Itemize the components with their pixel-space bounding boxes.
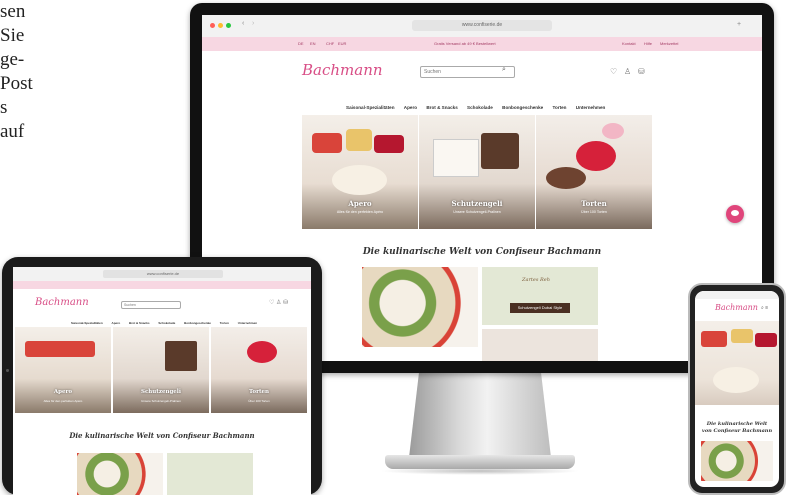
monitor-base (385, 455, 575, 469)
nav-item[interactable]: Brot & Snacks (129, 321, 150, 325)
tablet-tile-apero[interactable]: Apero Alles für den perfekten Apéro (15, 327, 111, 413)
section-headline: Die kulinarische Welt von Confiseur Bach… (362, 247, 602, 257)
chat-bubble-icon[interactable] (726, 205, 744, 223)
wishlist-heart-icon[interactable]: ♡ (610, 67, 617, 76)
cropped-body-text: sen Sie ge- Post s auf (0, 0, 70, 144)
tablet-tile-torten[interactable]: Torten Über 100 Torten (211, 327, 307, 413)
text-line: Post (0, 73, 33, 94)
tablet-screen: www.confiserie.de Bachmann Suchen ♡ ♙ ⛁ … (13, 267, 311, 495)
tile-title: Torten (248, 389, 270, 395)
text-line: sen (0, 1, 26, 22)
lang-en[interactable]: EN (310, 37, 316, 51)
text-line: Sie (0, 25, 25, 46)
text-line: s (0, 97, 8, 118)
tile-subtitle: Über 100 Torten (248, 399, 270, 403)
maximize-window-icon[interactable] (226, 23, 231, 28)
nav-item[interactable]: Unternehmen (238, 321, 257, 325)
tablet-heart-icon[interactable]: ♡ ♙ ⛁ (269, 299, 288, 306)
cart-icon[interactable]: ⛁ (638, 67, 645, 76)
tablet-search-input[interactable]: Suchen (121, 301, 181, 309)
search-icon[interactable]: ⌕ (502, 66, 506, 74)
phone-menu-icon[interactable]: ⌕ ≡ (761, 305, 768, 311)
nav-item[interactable]: Brot & Snacks (426, 105, 457, 110)
tablet-salad-image[interactable] (77, 453, 163, 495)
nav-item[interactable]: Bonbongeschenke (184, 321, 211, 325)
nav-item[interactable]: Bonbongeschenke (502, 105, 543, 110)
product-tag: Schutzengeli Dubai Style (510, 303, 570, 313)
tile-title: Apero (348, 199, 372, 208)
nav-item[interactable]: Apero (112, 321, 121, 325)
promo-bar: DE EN CHF EUR Gratis Versand ab 49 € Bes… (202, 37, 762, 51)
nav-item[interactable]: Unternehmen (576, 105, 606, 110)
smartphone-device: Bachmann ⌕ ≡ Die kulinarische Welt von C… (688, 283, 786, 495)
text-line: ge- (0, 49, 25, 70)
tablet-section-headline: Die kulinarische Welt von Confiseur Bach… (69, 431, 255, 440)
nav-item[interactable]: Schokolade (158, 321, 175, 325)
tablet-navigation: Saisonal-Spezialitäten Apero Brot & Snac… (67, 321, 261, 325)
tile-subtitle: Über 100 Torten (581, 210, 607, 214)
help-link[interactable]: Hilfe (644, 37, 652, 51)
brand-logo[interactable]: Bachmann (302, 61, 383, 79)
tablet-product-card[interactable] (167, 453, 253, 495)
tile-title: Apero (53, 389, 73, 395)
tablet-browser-toolbar: www.confiserie.de (13, 267, 311, 281)
address-bar[interactable]: www.confiserie.de (412, 20, 552, 31)
browser-toolbar: ‹ › www.confiserie.de + (202, 15, 762, 38)
currency-eur[interactable]: EUR (338, 37, 346, 51)
phone-section-headline: Die kulinarische Welt von Confiseur Bach… (701, 421, 773, 434)
main-navigation: Saisonal-Spezialitäten Apero Brot & Snac… (342, 105, 609, 110)
phone-hero-image[interactable] (695, 321, 779, 405)
tile-title: Schutzengeli (140, 389, 181, 395)
schutzengeli-product-card[interactable]: Zartes Reh Schutzengeli Dubai Style (482, 267, 598, 325)
product-image[interactable] (482, 329, 598, 361)
lang-de[interactable]: DE (298, 37, 304, 51)
account-icon[interactable]: ♙ (624, 67, 631, 76)
text-line: auf (0, 121, 25, 142)
category-tile-torten[interactable]: Torten Über 100 Torten (536, 115, 652, 229)
close-window-icon[interactable] (210, 23, 215, 28)
tile-subtitle: Alles für den perfekten Apéro (43, 399, 83, 403)
nav-item[interactable]: Torten (553, 105, 567, 110)
tile-title: Schutzengeli (451, 199, 503, 208)
forward-arrow-icon[interactable]: › (252, 20, 254, 27)
phone-screen: Bachmann ⌕ ≡ Die kulinarische Welt von C… (695, 291, 779, 487)
nav-item[interactable]: Torten (220, 321, 229, 325)
contact-link[interactable]: Kontakt (622, 37, 636, 51)
promo-message: Gratis Versand ab 49 € Bestellwert (434, 41, 496, 46)
search-input[interactable]: Suchen (420, 66, 515, 78)
phone-salad-image[interactable] (701, 441, 773, 481)
tile-subtitle: Unsere Schutzengeli-Pralinen (141, 399, 181, 403)
nav-item[interactable]: Apero (404, 105, 417, 110)
minimize-window-icon[interactable] (218, 23, 223, 28)
currency-chf[interactable]: CHF (326, 37, 334, 51)
tablet-tile-schutzengeli[interactable]: Schutzengeli Unsere Schutzengeli-Praline… (113, 327, 209, 413)
salad-bowl-image[interactable] (362, 267, 478, 347)
tablet-camera (6, 369, 9, 372)
nav-item[interactable]: Saisonal-Spezialitäten (71, 321, 103, 325)
new-tab-icon[interactable]: + (737, 21, 741, 28)
nav-item[interactable]: Schokolade (467, 105, 493, 110)
tablet-address-bar[interactable]: www.confiserie.de (103, 270, 223, 278)
back-arrow-icon[interactable]: ‹ (242, 20, 244, 27)
wishlist-link[interactable]: Merkzettel (660, 37, 678, 51)
nav-item[interactable]: Saisonal-Spezialitäten (346, 105, 395, 110)
tile-title: Torten (581, 199, 607, 208)
tile-subtitle: Alles für den perfekten Apéro (336, 210, 384, 214)
category-tile-schutzengeli[interactable]: Schutzengeli Unsere Schutzengeli-Praline… (419, 115, 535, 229)
card-label: Zartes Reh (522, 277, 550, 283)
tablet-brand-logo[interactable]: Bachmann (35, 297, 89, 308)
tablet-device: www.confiserie.de Bachmann Suchen ♡ ♙ ⛁ … (2, 257, 322, 495)
tile-subtitle: Unsere Schutzengeli-Pralinen (453, 210, 501, 214)
phone-status-bar (695, 291, 779, 299)
tablet-promo-bar (13, 281, 311, 289)
category-tile-apero[interactable]: Apero Alles für den perfekten Apéro (302, 115, 418, 229)
monitor-stand (408, 368, 552, 466)
phone-brand-logo[interactable]: Bachmann (715, 303, 758, 312)
